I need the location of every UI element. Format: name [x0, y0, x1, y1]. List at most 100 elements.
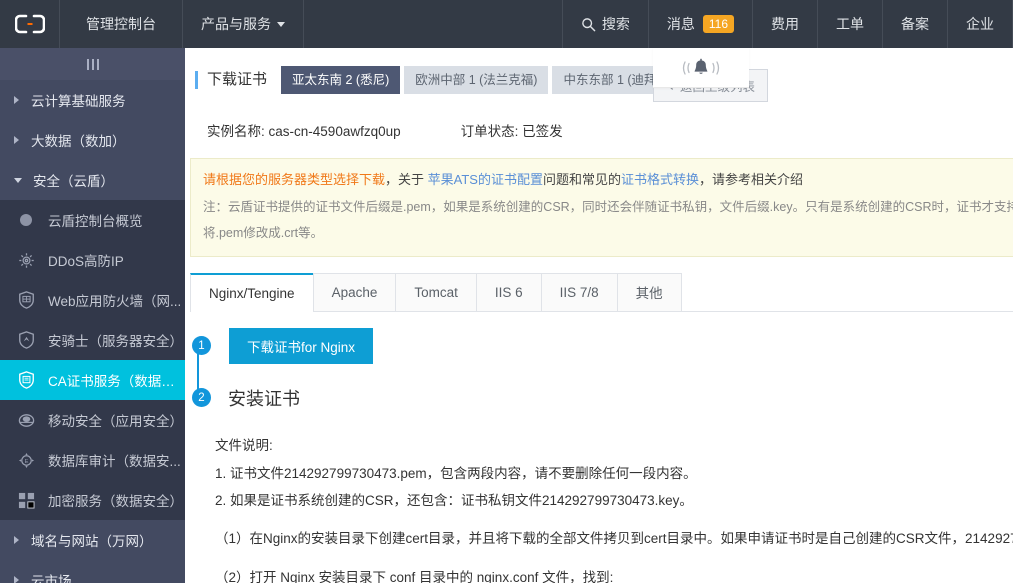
order-status-value: 已签发	[522, 124, 563, 140]
order-status-field: 订单状态: 已签发	[461, 120, 563, 140]
sidebar-item-label: CA证书服务（数据安...	[48, 374, 185, 389]
region-tab-ap-southeast-2[interactable]: 亚太东南 2 (悉尼)	[281, 66, 401, 95]
gear-icon	[14, 252, 38, 269]
alert-primary-line: 请根据您的服务器类型选择下载，关于 苹果ATS的证书配置问题和常见的证书格式转换…	[203, 169, 1013, 190]
sidebar-group-marketplace[interactable]: 云市场	[0, 560, 185, 583]
chevron-right-icon	[14, 136, 19, 144]
alert-note-line-2: 将.pem修改成.crt等。	[203, 226, 324, 241]
tab-apache[interactable]: Apache	[312, 272, 397, 311]
chevron-right-icon	[14, 576, 19, 583]
alert-strong-text: 请根据您的服务器类型选择下载	[203, 172, 386, 188]
sidebar-group-label: 云市场	[31, 574, 72, 583]
sidebar-item-label: 移动安全（应用安全）	[48, 414, 183, 429]
topbar-spacer	[304, 0, 563, 48]
collapse-bars-icon	[86, 58, 99, 70]
file-description-line-1: 1. 证书文件214292799730473.pem，包含两段内容，请不要删除任…	[215, 465, 697, 481]
sidebar-item-waf[interactable]: Web应用防火墙（网...	[0, 280, 185, 320]
shield-check-icon	[14, 331, 38, 349]
alert-mid-text-1: ，关于	[385, 172, 428, 188]
chevron-down-icon	[14, 177, 22, 183]
alert-link-format-conversion[interactable]: 证书格式转换	[621, 172, 699, 187]
nav-products-services[interactable]: 产品与服务	[183, 0, 304, 48]
nav-billing-label: 费用	[771, 16, 799, 32]
region-tab-eu-central-1[interactable]: 欧洲中部 1 (法兰克福)	[404, 66, 549, 95]
chevron-right-icon	[14, 96, 19, 104]
sidebar-group-domains-websites[interactable]: 域名与网站（万网）	[0, 520, 185, 560]
sidebar-item-yundun-overview[interactable]: 云盾控制台概览	[0, 200, 185, 240]
instance-name-label: 实例名称:	[207, 124, 265, 140]
sidebar-group-cloud-computing[interactable]: 云计算基础服务	[0, 80, 185, 120]
alert-mid-text-2: 问题和常见的	[542, 172, 621, 188]
sidebar-collapse-handle-icon[interactable]	[0, 48, 185, 80]
step-1-row: 1 下载证书for Nginx	[190, 327, 1013, 364]
sidebar-group-label: 域名与网站（万网）	[31, 534, 153, 549]
tab-tomcat[interactable]: Tomcat	[395, 272, 477, 311]
nav-messages[interactable]: 消息 116	[649, 0, 753, 48]
instance-meta-row: 实例名称: cas-cn-4590awfzq0up 订单状态: 已签发	[185, 94, 1013, 140]
sidebar-item-label: 安骑士（服务器安全）	[48, 334, 183, 349]
step-1-number: 1	[192, 336, 211, 356]
step-2-number: 2	[192, 388, 211, 408]
nav-products-label: 产品与服务	[201, 16, 271, 32]
install-paragraph-2: （2）打开 Nginx 安装目录下 conf 目录中的 nginx.conf 文…	[215, 569, 614, 583]
alert-note-line-1: 注：云盾证书提供的证书文件后缀是.pem，如果是系统创建的CSR，同时还会伴随证…	[203, 199, 1013, 214]
tab-other[interactable]: 其他	[616, 272, 682, 311]
sidebar-item-encryption-service[interactable]: 加密服务（数据安全）	[0, 480, 185, 520]
svg-text:E: E	[24, 458, 28, 464]
mobile-security-icon	[14, 412, 38, 429]
database-audit-icon: E	[14, 452, 38, 469]
tab-iis-7-8[interactable]: IIS 7/8	[540, 272, 618, 311]
circle-icon	[14, 213, 38, 227]
step-2-title: 安装证书	[228, 388, 300, 409]
encryption-icon	[14, 492, 38, 509]
text-spacer	[215, 515, 1013, 529]
app-root: 管理控制台 产品与服务 搜索 消息 116 费用 工单 备案 企业 云计算基础服…	[0, 0, 1013, 583]
region-tab-list: 亚太东南 2 (悉尼) 欧洲中部 1 (法兰克福) 中东东部 1 (迪拜)	[281, 66, 672, 95]
sidebar-item-label: 数据库审计（数据安...	[48, 454, 181, 469]
aliyun-logo-glyph	[14, 14, 45, 34]
steps-section: 1 下载证书for Nginx 2 安装证书	[185, 312, 1013, 414]
nav-filing[interactable]: 备案	[883, 0, 948, 48]
sidebar-item-label: 云盾控制台概览	[48, 214, 143, 229]
bell-notification-popup[interactable]	[653, 48, 749, 88]
server-type-tab-list: Nginx/Tengine Apache Tomcat IIS 6 IIS 7/…	[190, 272, 1013, 312]
nav-enterprise[interactable]: 企业	[948, 0, 1013, 48]
alert-link-ats[interactable]: 苹果ATS的证书配置	[428, 172, 543, 187]
file-description-line-2: 2. 如果是证书系统创建的CSR，还包含：证书私钥文件2142927997304…	[215, 493, 693, 509]
sidebar-item-ca-certificate-service[interactable]: CA证书服务（数据安...	[0, 360, 185, 400]
info-alert-box: 请根据您的服务器类型选择下载，关于 苹果ATS的证书配置问题和常见的证书格式转换…	[190, 158, 1013, 257]
sidebar-group-security[interactable]: 安全（云盾）	[0, 160, 185, 200]
nav-console[interactable]: 管理控制台	[60, 0, 183, 48]
instance-name-value: cas-cn-4590awfzq0up	[268, 124, 401, 140]
sidebar-item-label: Web应用防火墙（网...	[48, 294, 182, 309]
sidebar-group-big-data[interactable]: 大数据（数加）	[0, 120, 185, 160]
nav-billing[interactable]: 费用	[753, 0, 818, 48]
sidebar-item-mobile-security[interactable]: 移动安全（应用安全）	[0, 400, 185, 440]
chevron-right-icon	[14, 536, 19, 544]
page-header: 下载证书 亚太东南 2 (悉尼) 欧洲中部 1 (法兰克福) 中东东部 1 (迪…	[185, 48, 1013, 95]
nav-search-label: 搜索	[601, 16, 630, 32]
sidebar-item-server-guard[interactable]: 安骑士（服务器安全）	[0, 320, 185, 360]
tab-iis-6[interactable]: IIS 6	[475, 272, 542, 311]
instance-name-field: 实例名称: cas-cn-4590awfzq0up	[207, 120, 401, 140]
nav-tickets[interactable]: 工单	[818, 0, 883, 48]
chevron-down-icon	[277, 21, 285, 27]
sidebar-group-label: 云计算基础服务	[31, 94, 126, 109]
aliyun-logo-icon[interactable]	[0, 0, 60, 48]
sidebar-item-label: 加密服务（数据安全）	[48, 494, 183, 509]
sidebar-item-ddos[interactable]: DDoS高防IP	[0, 240, 185, 280]
sidebar: 云计算基础服务 大数据（数加） 安全（云盾） 云盾控制台概览 DDoS高防IP …	[0, 48, 185, 583]
sidebar-item-database-audit[interactable]: E 数据库审计（数据安...	[0, 440, 185, 480]
sidebar-group-label: 大数据（数加）	[31, 134, 126, 149]
order-status-label: 订单状态:	[460, 124, 519, 140]
step-2-row: 2 安装证书	[190, 382, 1013, 414]
shield-grid-icon	[14, 291, 38, 309]
nav-filing-label: 备案	[901, 16, 929, 32]
text-spacer	[215, 550, 1013, 564]
download-certificate-button[interactable]: 下载证书for Nginx	[229, 327, 374, 364]
file-description-heading: 文件说明:	[215, 437, 273, 453]
install-paragraph-1: （1）在Nginx的安装目录下创建cert目录，并且将下载的全部文件拷贝到cer…	[215, 530, 1013, 546]
nav-search[interactable]: 搜索	[563, 0, 649, 48]
tab-nginx-tengine[interactable]: Nginx/Tengine	[190, 272, 314, 312]
nav-console-label: 管理控制台	[86, 16, 156, 32]
